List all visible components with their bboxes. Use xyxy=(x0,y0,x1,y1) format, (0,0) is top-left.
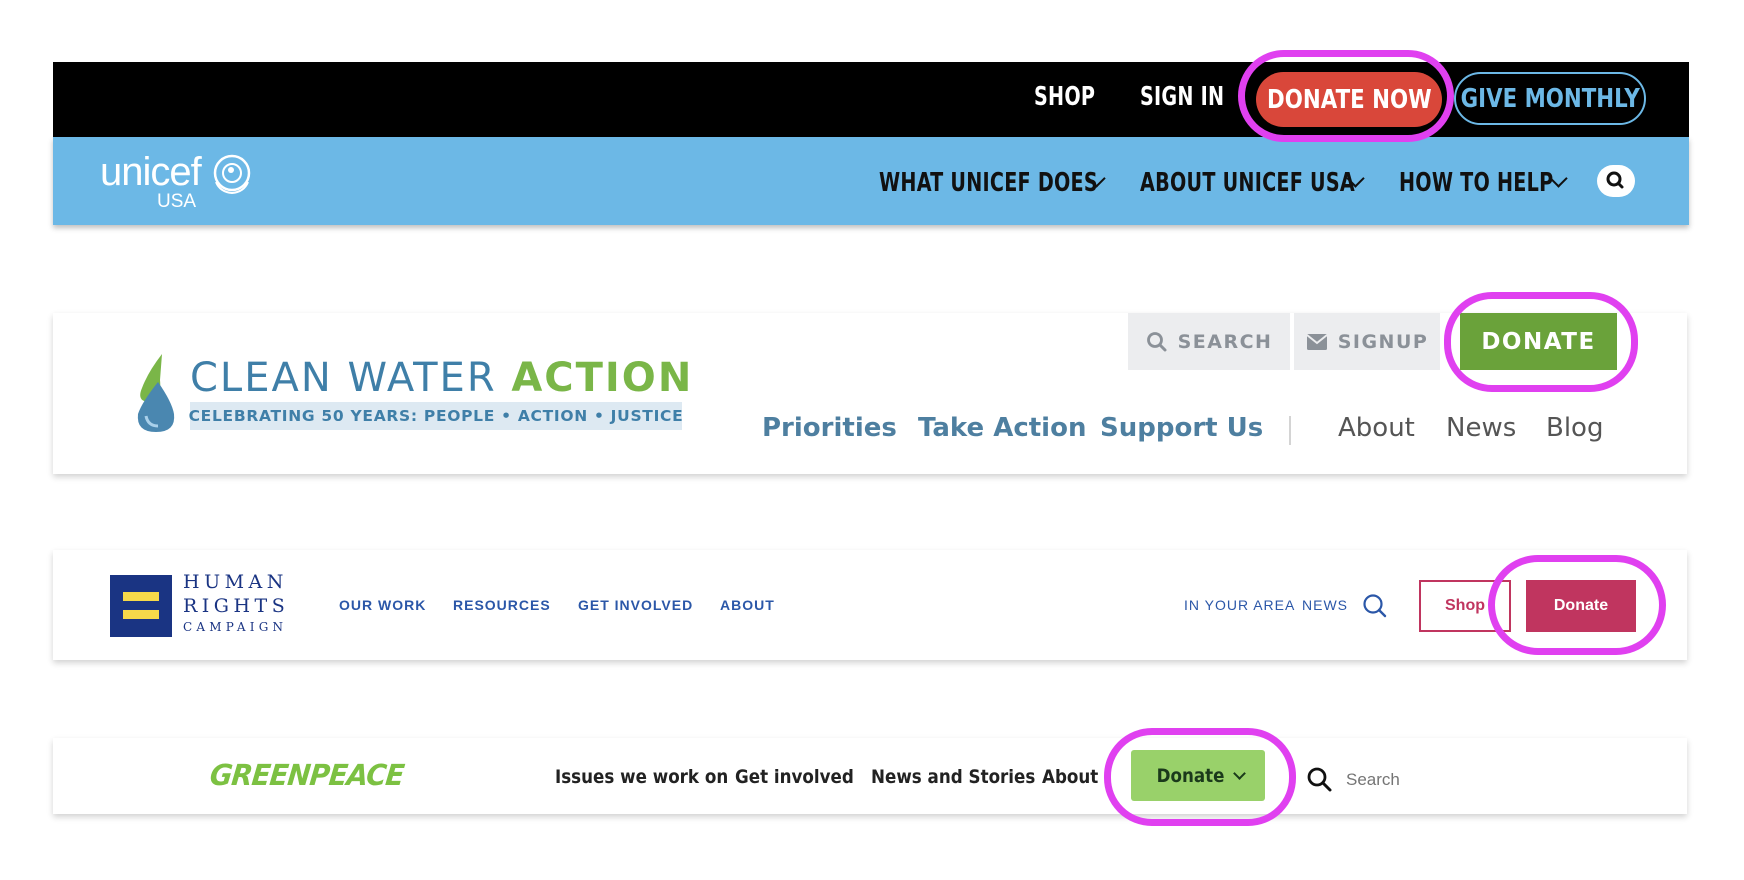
greenpeace-logo[interactable]: GREENPEACE xyxy=(208,758,405,792)
clean-water-nav-support-us[interactable]: Support Us xyxy=(1100,413,1263,443)
search-icon xyxy=(1146,331,1167,351)
hrc-logo-icon[interactable] xyxy=(110,575,172,637)
clean-water-logo[interactable]: CLEAN WATER ACTION xyxy=(190,355,693,401)
greenpeace-nav-issues[interactable]: Issues we work on xyxy=(555,766,728,788)
greenpeace-nav-about[interactable]: About u xyxy=(1042,766,1108,788)
hrc-logo-line-3: CAMPAIGN xyxy=(183,620,288,634)
hrc-equal-bar-top xyxy=(123,592,159,601)
clean-water-nav-take-action[interactable]: Take Action xyxy=(918,413,1086,443)
unicef-give-monthly-label: GIVE MONTHLY xyxy=(1460,83,1640,114)
hrc-nav-our-work[interactable]: OUR WORK xyxy=(339,597,426,613)
unicef-search-button[interactable] xyxy=(1597,165,1635,197)
unicef-nav-how-to-help[interactable]: HOW TO HELP xyxy=(1399,168,1553,198)
highlight-ring-unicef xyxy=(1238,50,1454,142)
unicef-shop-link[interactable]: SHOP xyxy=(1034,82,1095,112)
clean-water-logo-main: CLEAN WATER xyxy=(190,355,497,401)
hrc-equal-bar-bottom xyxy=(123,610,159,619)
hrc-logo-line-2: RIGHTS xyxy=(183,595,290,617)
clean-water-signup-label: SIGNUP xyxy=(1337,330,1429,353)
clean-water-nav-priorities[interactable]: Priorities xyxy=(762,413,897,443)
unicef-nav-what-unicef-does[interactable]: WHAT UNICEF DOES xyxy=(879,168,1098,198)
clean-water-signup-button[interactable]: SIGNUP xyxy=(1294,313,1440,370)
hrc-nav-resources[interactable]: RESOURCES xyxy=(453,597,551,613)
clean-water-tagline-banner: CELEBRATING 50 YEARS: PEOPLE • ACTION • … xyxy=(188,402,684,430)
greenpeace-nav-news-stories[interactable]: News and Stories xyxy=(871,766,1035,788)
clean-water-nav-news[interactable]: News xyxy=(1446,413,1516,443)
clean-water-logo-accent: ACTION xyxy=(511,355,694,401)
hrc-nav-get-involved[interactable]: GET INVOLVED xyxy=(578,597,693,613)
envelope-icon xyxy=(1306,333,1328,350)
unicef-logo-wordmark[interactable]: unicef xyxy=(100,150,202,195)
unicef-logo-sub: USA xyxy=(157,191,197,212)
unicef-emblem-icon xyxy=(213,154,251,195)
search-icon[interactable] xyxy=(1306,766,1334,794)
hrc-logo-text: HUMAN RIGHTS CAMPAIGN xyxy=(183,570,289,636)
greenpeace-nav-about-clip: About u xyxy=(1042,758,1108,798)
greenpeace-search-input[interactable] xyxy=(1344,762,1568,798)
hrc-logo-line-1: HUMAN xyxy=(183,571,288,593)
hrc-news-link[interactable]: NEWS xyxy=(1302,597,1348,613)
search-icon[interactable] xyxy=(1362,593,1388,619)
clean-water-tagline: CELEBRATING 50 YEARS: PEOPLE • ACTION • … xyxy=(188,407,684,425)
highlight-ring-greenpeace xyxy=(1104,728,1296,826)
greenpeace-nav-get-involved[interactable]: Get involved xyxy=(735,766,854,788)
clean-water-nav-about[interactable]: About xyxy=(1338,413,1415,443)
clean-water-nav-blog[interactable]: Blog xyxy=(1546,413,1603,443)
hrc-in-your-area-link[interactable]: IN YOUR AREA xyxy=(1184,597,1295,613)
unicef-sign-in-link[interactable]: SIGN IN xyxy=(1140,82,1224,112)
highlight-ring-clean-water xyxy=(1444,292,1638,392)
clean-water-search-label: SEARCH xyxy=(1177,330,1273,353)
unicef-give-monthly-button[interactable]: GIVE MONTHLY xyxy=(1454,72,1646,125)
unicef-nav-about-unicef-usa[interactable]: ABOUT UNICEF USA xyxy=(1140,168,1355,198)
clean-water-search-button[interactable]: SEARCH xyxy=(1128,313,1290,370)
highlight-ring-hrc xyxy=(1488,555,1666,655)
water-drop-logo-icon xyxy=(137,354,175,432)
hrc-nav-about[interactable]: ABOUT xyxy=(720,597,775,613)
hrc-shop-label: Shop xyxy=(1445,597,1485,614)
search-icon xyxy=(1606,171,1624,189)
nav-divider xyxy=(1289,416,1291,445)
